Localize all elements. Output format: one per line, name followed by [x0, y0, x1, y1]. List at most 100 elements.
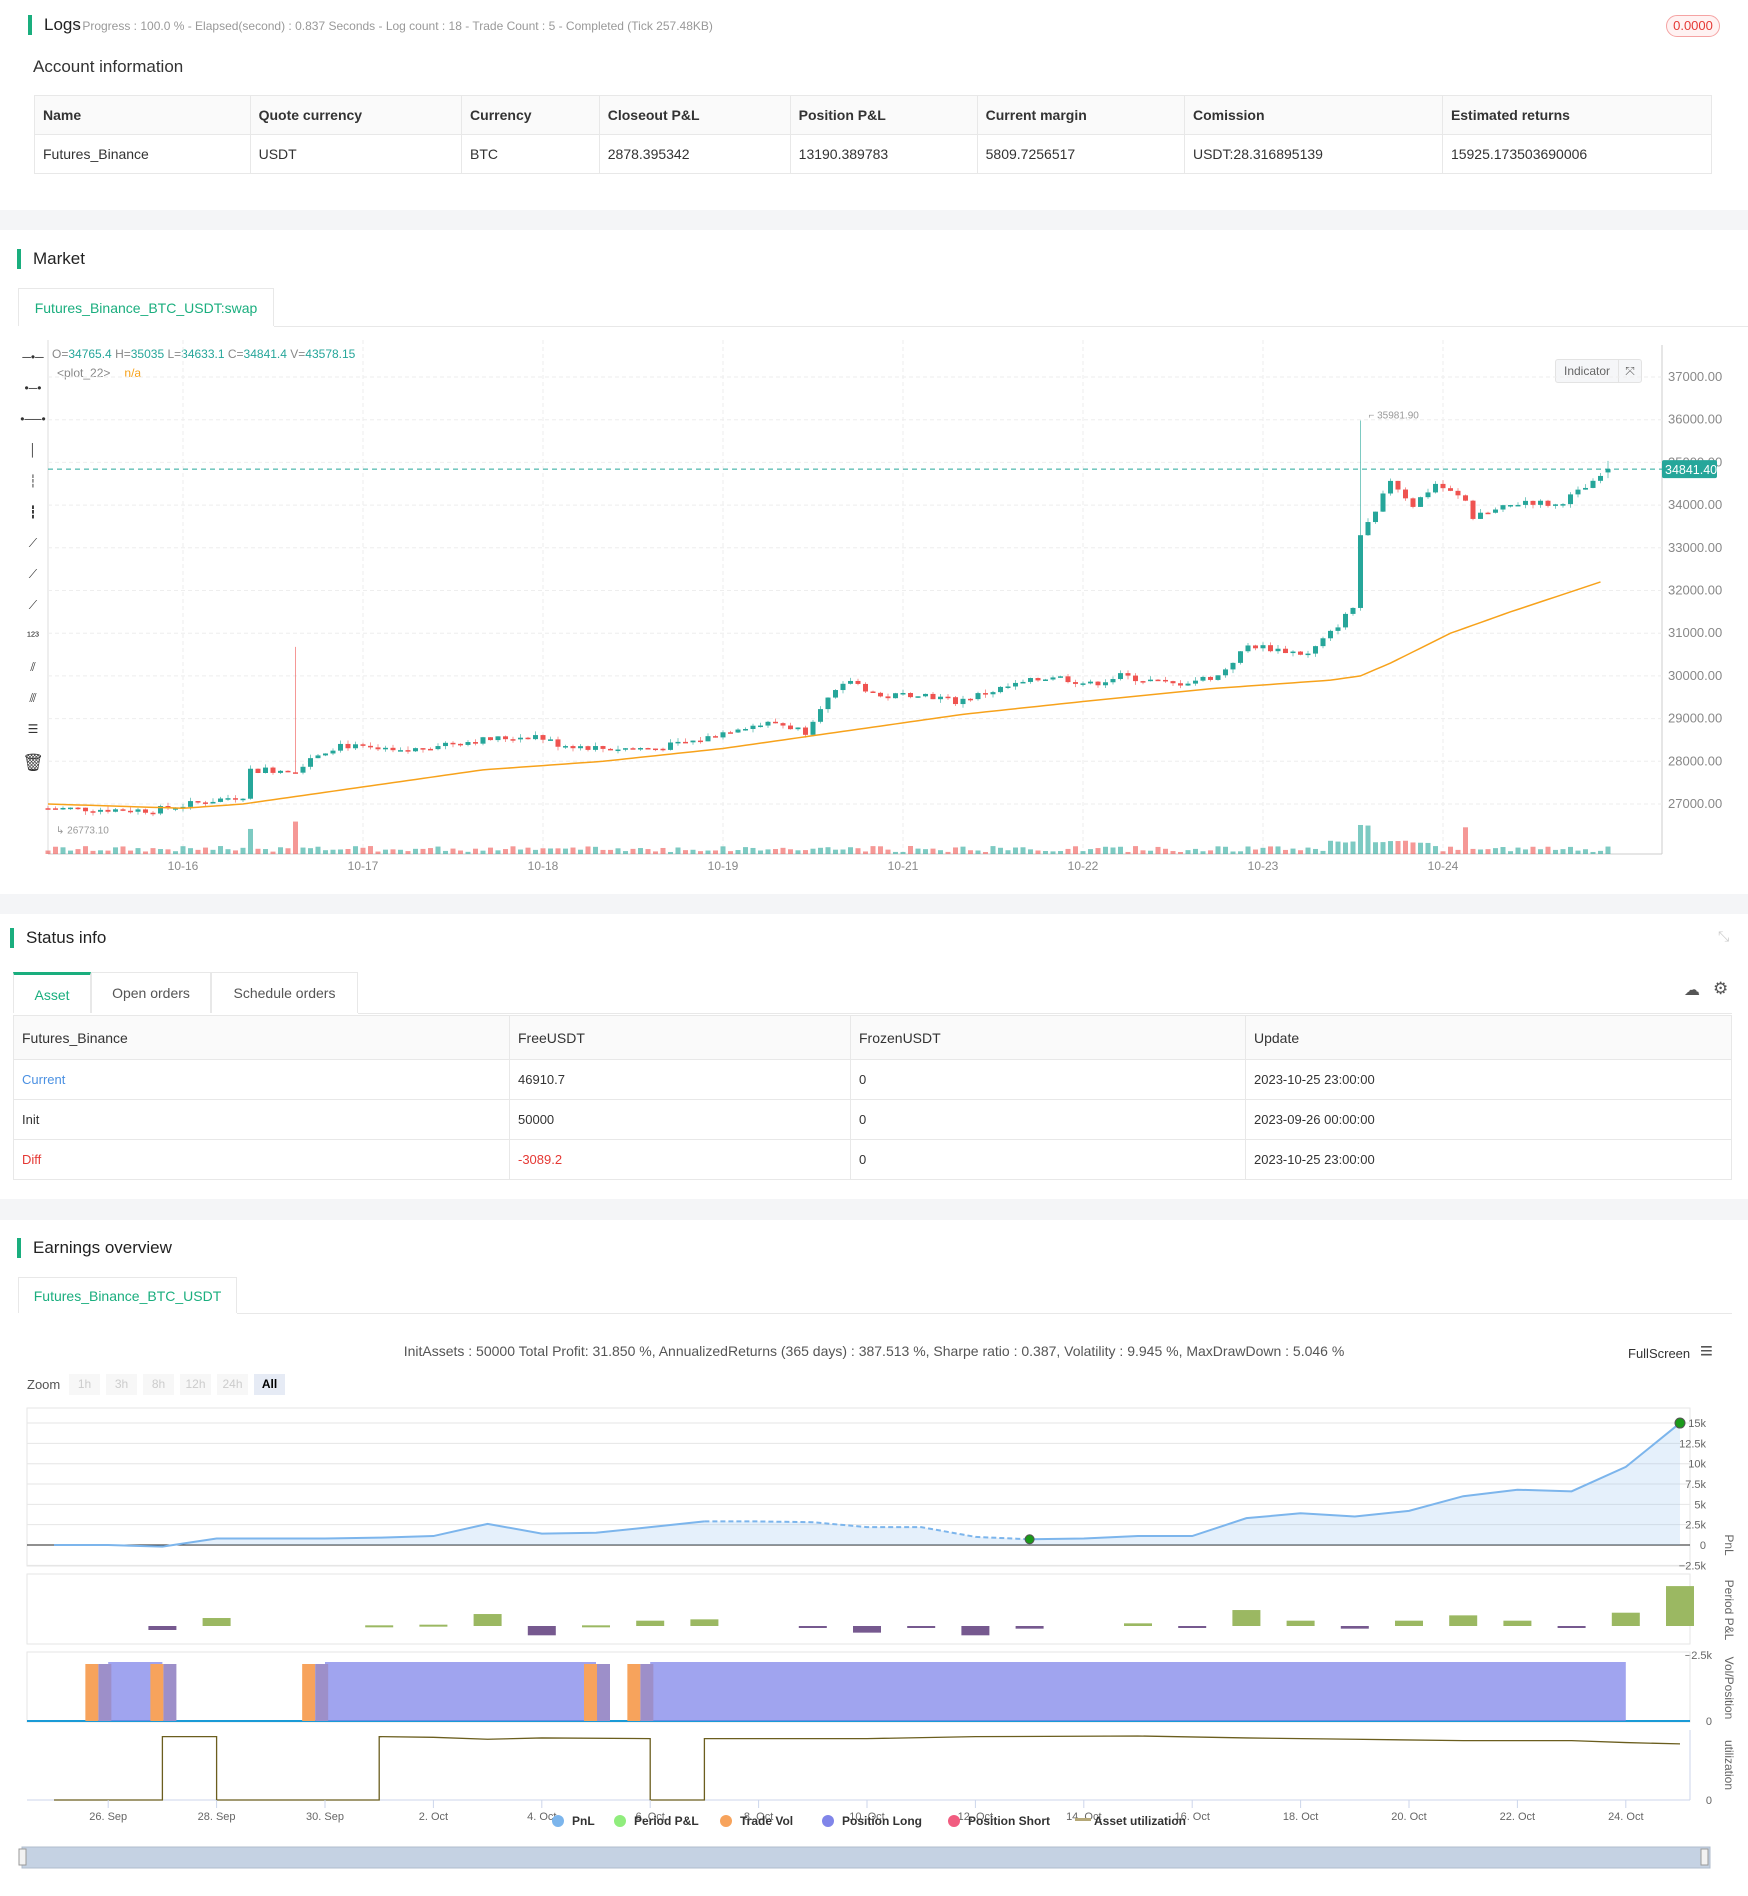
volume-bar: [1448, 846, 1453, 854]
account-col-header: Comission: [1183, 95, 1443, 135]
time-tick-label: 10-23: [1248, 859, 1279, 873]
volume-bar: [510, 846, 516, 854]
earnings-chart[interactable]: 15k12.5k10k7.5k5k2.5k0−2.5k−2.5k00PnLPer…: [0, 1400, 1748, 1880]
candle-body: [1268, 645, 1273, 652]
candle-body: [1395, 480, 1401, 490]
legend-item[interactable]: Position Short: [968, 1814, 1050, 1828]
volume-bar: [315, 846, 321, 854]
candle-body: [1200, 676, 1206, 681]
candle-body: [728, 732, 733, 734]
candle-body: [968, 698, 973, 701]
x-tick-label: 28. Sep: [198, 1811, 236, 1823]
candle-body: [600, 746, 606, 749]
tab-earnings-symbol[interactable]: Futures_Binance_BTC_USDT: [18, 1277, 237, 1313]
volume-bar: [968, 850, 973, 854]
legend-item[interactable]: Position Long: [842, 1814, 922, 1828]
volume-bar: [113, 847, 118, 854]
x-tick-label: 22. Oct: [1500, 1811, 1535, 1823]
asset-cell: Diff: [13, 1139, 510, 1180]
candle-body: [113, 809, 118, 812]
x-tick-label: 24. Oct: [1608, 1811, 1643, 1823]
volume-bar: [1350, 841, 1356, 854]
legend-item[interactable]: PnL: [572, 1814, 595, 1828]
candle-body: [1583, 487, 1588, 490]
volume-bar: [1553, 849, 1558, 854]
fullscreen-button[interactable]: FullScreen: [1628, 1346, 1690, 1361]
candle-body: [218, 798, 223, 802]
volume-bar: [788, 849, 793, 854]
volume-bar: [278, 847, 283, 854]
tab-market-symbol[interactable]: Futures_Binance_BTC_USDT:swap: [18, 288, 274, 326]
volume-bar: [225, 849, 231, 854]
volume-bar: [1403, 840, 1408, 854]
trade-vol-bar: [627, 1664, 641, 1721]
volume-bar: [1380, 842, 1386, 854]
volume-bar: [1193, 848, 1198, 854]
candle-body: [870, 691, 876, 694]
candle-body: [1140, 681, 1146, 683]
period-pnl-bar: [690, 1619, 719, 1626]
candle-body: [1418, 497, 1423, 507]
volume-bar: [938, 850, 943, 854]
zoom-All-button[interactable]: All: [254, 1374, 285, 1395]
candle-body: [1410, 498, 1416, 507]
volume-bar: [1290, 848, 1296, 854]
period-pnl-bar: [365, 1625, 394, 1628]
volume-bar: [1365, 825, 1371, 854]
navigator-handle[interactable]: [18, 1848, 27, 1866]
zoom-8h-button[interactable]: 8h: [143, 1374, 174, 1395]
volume-bar: [660, 847, 666, 854]
volume-bar: [1125, 851, 1131, 854]
volume-bar: [1148, 850, 1153, 854]
volume-bar: [210, 849, 216, 854]
volume-bar: [720, 846, 726, 854]
volume-bar: [953, 847, 958, 854]
period-pnl-bar: [1340, 1626, 1369, 1629]
volume-bar: [1478, 849, 1483, 854]
candle-body: [120, 809, 126, 811]
collapse-icon[interactable]: ⤡: [1718, 928, 1729, 945]
candle-body: [210, 801, 216, 804]
tab-open-orders[interactable]: Open orders: [91, 972, 211, 1013]
candle-body: [1500, 505, 1506, 510]
zoom-24h-button[interactable]: 24h: [217, 1374, 248, 1395]
volume-bar: [413, 848, 418, 854]
zoom-12h-button[interactable]: 12h: [180, 1374, 211, 1395]
volume-bar: [578, 849, 583, 854]
candle-body: [743, 729, 748, 731]
candlestick-chart[interactable]: 37000.0036000.0035000.0034000.0033000.00…: [0, 340, 1748, 885]
trade-vol-overlap: [640, 1664, 654, 1721]
legend-item[interactable]: Period P&L: [634, 1814, 699, 1828]
price-tick-label: 37000.00: [1668, 369, 1722, 384]
volume-bar: [1358, 824, 1363, 854]
candle-body: [383, 747, 388, 750]
volume-bar: [308, 848, 313, 854]
navigator-handle[interactable]: [1700, 1848, 1709, 1866]
menu-icon[interactable]: ≡: [1700, 1338, 1713, 1364]
candle-body: [1208, 676, 1213, 680]
zoom-1h-button[interactable]: 1h: [69, 1374, 100, 1395]
volume-bar: [1485, 849, 1491, 854]
navigator-bar[interactable]: [21, 1846, 1711, 1869]
tab-schedule-orders[interactable]: Schedule orders: [211, 972, 358, 1013]
tab-asset[interactable]: Asset: [13, 972, 91, 1013]
volume-bar: [1238, 851, 1243, 854]
candle-body: [60, 807, 66, 810]
volume-bar: [555, 848, 561, 854]
cloud-download-icon[interactable]: ☁: [1684, 980, 1700, 1000]
candle-body: [1028, 678, 1033, 682]
gear-icon[interactable]: ⚙: [1713, 979, 1728, 999]
asset-cell: Init: [13, 1099, 510, 1140]
candle-body: [930, 693, 936, 700]
legend-item[interactable]: Trade Vol: [740, 1814, 793, 1828]
candle-body: [420, 748, 426, 750]
table-row: Init 50000 0 2023-09-26 00:00:00: [13, 1099, 1732, 1140]
legend-item[interactable]: Asset utilization: [1094, 1814, 1186, 1828]
volume-bar: [1065, 848, 1071, 854]
zoom-3h-button[interactable]: 3h: [106, 1374, 137, 1395]
volume-bar: [825, 847, 831, 854]
candle-body: [645, 748, 651, 750]
candle-body: [915, 696, 921, 698]
account-col-header: Currency: [461, 95, 600, 135]
volume-bar: [98, 850, 103, 854]
